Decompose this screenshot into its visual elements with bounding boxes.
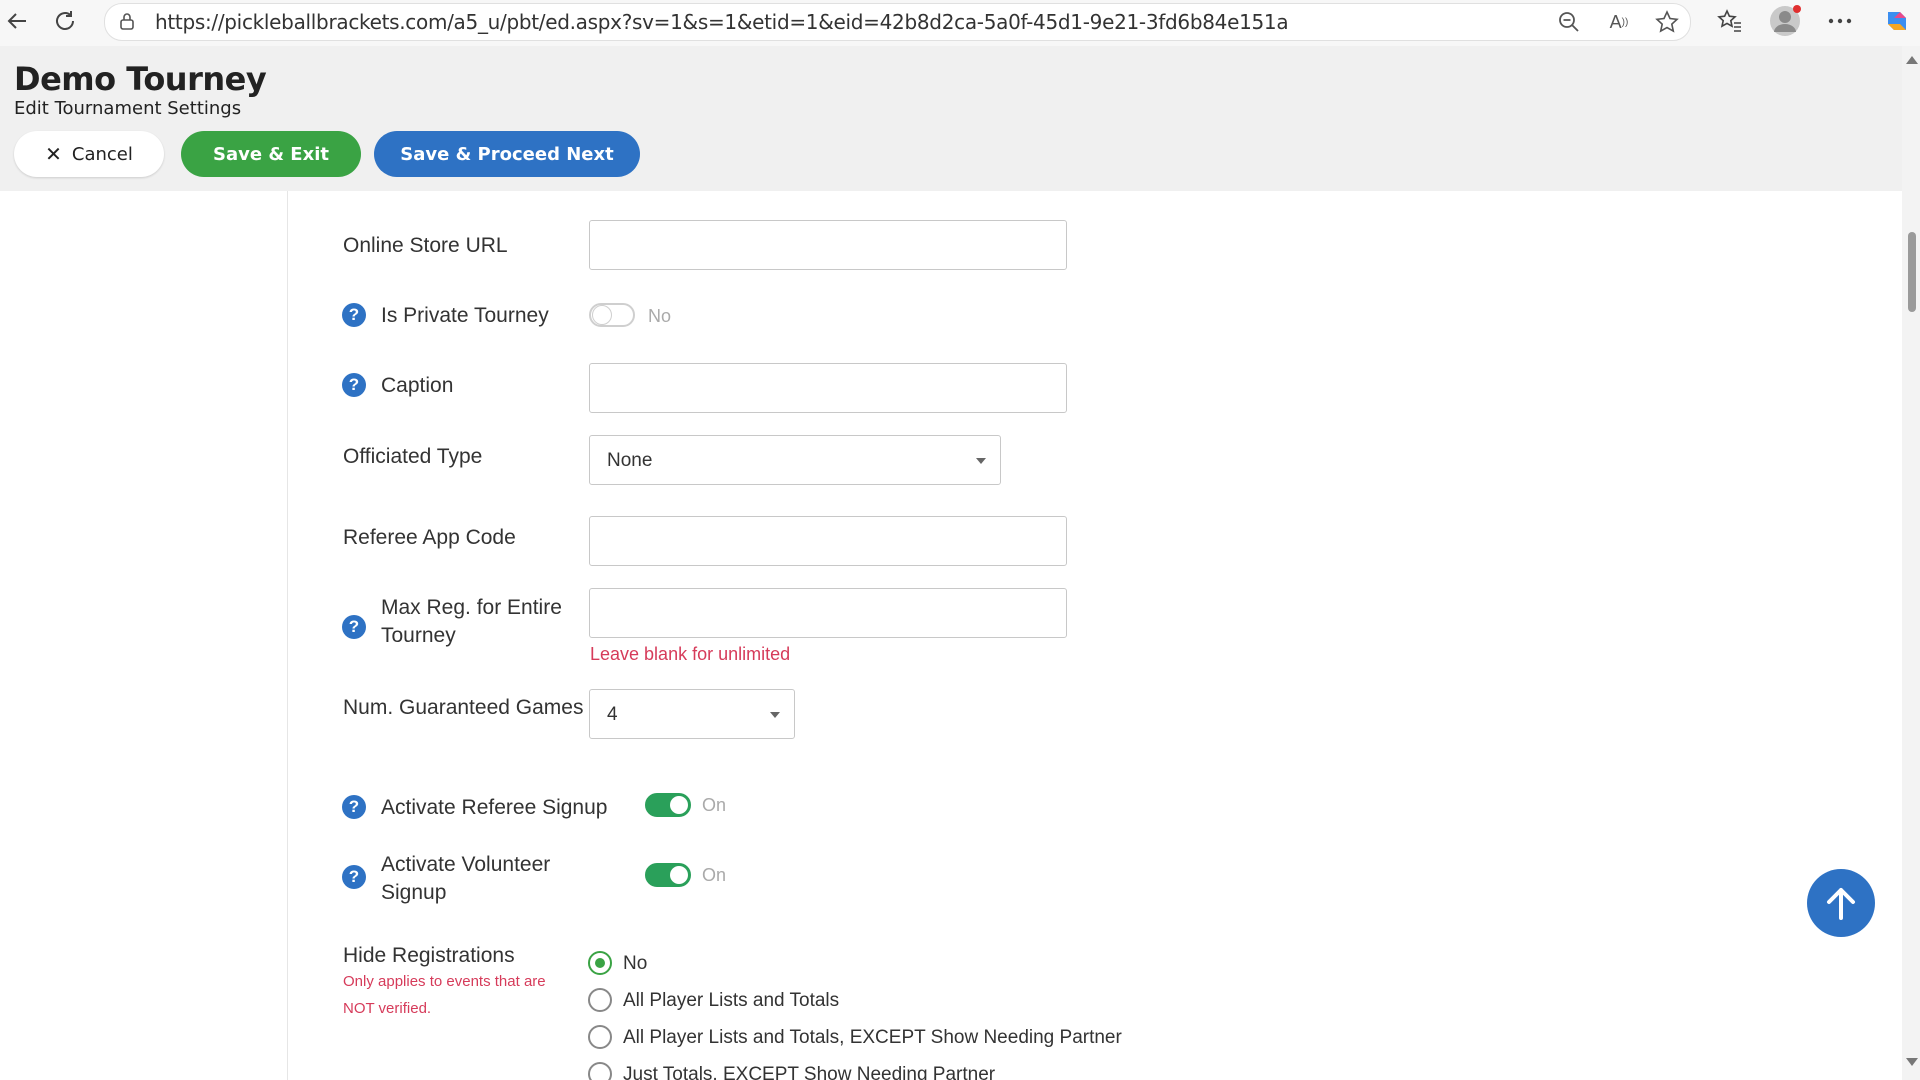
scroll-to-top-button[interactable]	[1807, 869, 1875, 937]
address-bar[interactable]: https://pickleballbrackets.com/a5_u/pbt/…	[104, 3, 1691, 41]
caption-input[interactable]	[589, 363, 1067, 413]
scroll-up-arrow-icon[interactable]	[1906, 56, 1918, 64]
hide-registrations-radio-no[interactable]	[588, 951, 612, 975]
help-icon[interactable]: ?	[342, 865, 366, 889]
settings-form: Online Store URL ? Is Private Tourney No…	[0, 191, 1902, 1080]
help-icon[interactable]: ?	[342, 373, 366, 397]
app-header: Demo Tourney Edit Tournament Settings ✕ …	[0, 46, 1902, 191]
activate-volunteer-signup-toggle[interactable]	[645, 863, 691, 887]
hide-registrations-option-label: No	[623, 953, 648, 974]
url-text[interactable]: https://pickleballbrackets.com/a5_u/pbt/…	[155, 10, 1289, 34]
max-reg-label-line1: Max Reg. for Entire	[381, 596, 562, 619]
scroll-down-arrow-icon[interactable]	[1906, 1058, 1918, 1066]
scrollbar-thumb[interactable]	[1908, 232, 1916, 312]
profile-avatar-icon[interactable]	[1768, 4, 1802, 38]
favorite-star-icon[interactable]	[1653, 8, 1681, 36]
hide-registrations-note-line2: NOT verified.	[343, 1000, 432, 1017]
num-guaranteed-games-value: 4	[607, 704, 618, 725]
officiated-type-select[interactable]: None	[589, 435, 1001, 485]
is-private-tourney-toggle[interactable]	[589, 303, 635, 327]
max-reg-input[interactable]	[589, 588, 1067, 638]
activate-referee-signup-state: On	[702, 795, 727, 815]
hide-registrations-note-line1: Only applies to events that are	[343, 973, 546, 990]
save-exit-button[interactable]: Save & Exit	[181, 131, 361, 177]
refresh-icon[interactable]	[48, 4, 82, 38]
page-title: Demo Tourney	[14, 60, 267, 98]
read-aloud-icon[interactable]: A))	[1605, 8, 1633, 36]
activate-referee-signup-toggle[interactable]	[645, 793, 691, 817]
back-icon[interactable]	[0, 4, 34, 38]
officiated-type-value: None	[607, 450, 653, 471]
close-icon: ✕	[45, 142, 62, 166]
hide-registrations-radio-except-needing-partner[interactable]	[588, 1025, 612, 1049]
online-store-url-input[interactable]	[589, 220, 1067, 270]
browser-toolbar: https://pickleballbrackets.com/a5_u/pbt/…	[0, 0, 1920, 47]
hide-registrations-option-label: Just Totals, EXCEPT Show Needing Partner	[623, 1064, 996, 1080]
save-proceed-next-button[interactable]: Save & Proceed Next	[374, 131, 640, 177]
help-icon[interactable]: ?	[342, 615, 366, 639]
online-store-url-label: Online Store URL	[343, 234, 508, 257]
favorites-icon[interactable]	[1713, 4, 1747, 38]
lock-icon[interactable]	[119, 12, 135, 30]
page-subtitle: Edit Tournament Settings	[14, 98, 242, 119]
activate-referee-signup-label: Activate Referee Signup	[381, 796, 608, 819]
is-private-tourney-state: No	[648, 306, 672, 326]
referee-app-code-input[interactable]	[589, 516, 1067, 566]
max-reg-label-line2: Tourney	[381, 624, 456, 647]
referee-app-code-label: Referee App Code	[343, 526, 516, 549]
hide-registrations-option-label: All Player Lists and Totals, EXCEPT Show…	[623, 1027, 1122, 1048]
num-guaranteed-games-select[interactable]: 4	[589, 689, 795, 739]
help-icon[interactable]: ?	[342, 303, 366, 327]
zoom-out-icon[interactable]	[1555, 8, 1583, 36]
save-proceed-next-button-label: Save & Proceed Next	[400, 143, 614, 165]
hide-registrations-label: Hide Registrations	[343, 944, 515, 967]
activate-volunteer-signup-state: On	[702, 865, 727, 885]
help-icon[interactable]: ?	[342, 795, 366, 819]
caption-label: Caption	[381, 374, 454, 397]
copilot-icon[interactable]	[1880, 4, 1914, 38]
arrow-up-icon	[1827, 888, 1855, 920]
divider	[287, 191, 288, 1080]
hide-registrations-radio-all[interactable]	[588, 988, 612, 1012]
activate-volunteer-signup-label-line1: Activate Volunteer	[381, 853, 551, 876]
chevron-down-icon	[976, 458, 986, 464]
vertical-scrollbar[interactable]	[1902, 46, 1920, 1080]
activate-volunteer-signup-label-line2: Signup	[381, 881, 447, 904]
more-options-icon[interactable]	[1823, 4, 1857, 38]
max-reg-hint: Leave blank for unlimited	[590, 644, 791, 664]
hide-registrations-radio-just-totals[interactable]	[588, 1062, 612, 1080]
hide-registrations-option-label: All Player Lists and Totals	[623, 990, 840, 1011]
officiated-type-label: Officiated Type	[343, 445, 483, 468]
cancel-button-label: Cancel	[71, 143, 133, 165]
is-private-tourney-label: Is Private Tourney	[381, 304, 549, 327]
num-guaranteed-games-label: Num. Guaranteed Games	[343, 696, 584, 719]
chevron-down-icon	[770, 712, 780, 718]
cancel-button[interactable]: ✕ Cancel	[14, 131, 164, 177]
save-exit-button-label: Save & Exit	[213, 143, 329, 165]
